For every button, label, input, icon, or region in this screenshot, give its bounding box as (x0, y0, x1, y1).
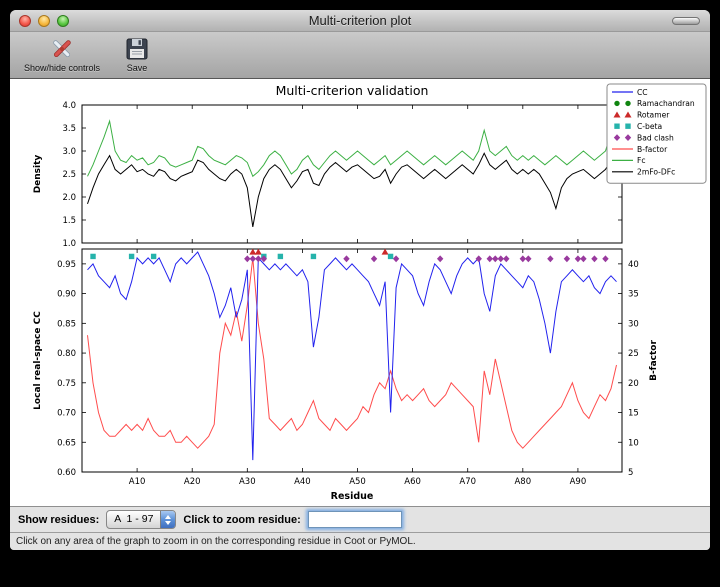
svg-text:3.5: 3.5 (62, 124, 76, 134)
svg-text:1.5: 1.5 (62, 216, 76, 226)
show-hide-controls-label: Show/hide controls (24, 63, 100, 73)
window-title: Multi-criterion plot (10, 13, 710, 28)
svg-text:A40: A40 (294, 477, 311, 487)
svg-text:2.0: 2.0 (62, 193, 76, 203)
plot-canvas[interactable]: Multi-criterion validation 1.0 1.5 2.0 2.5 3.… (10, 79, 710, 506)
svg-text:10: 10 (628, 438, 639, 448)
residue-range-dropdown[interactable]: A 1 - 97 (106, 510, 176, 529)
svg-text:3.0: 3.0 (62, 147, 76, 157)
svg-text:Ramachandran: Ramachandran (637, 99, 695, 108)
crossed-tools-icon (49, 36, 75, 62)
svg-text:A90: A90 (570, 477, 587, 487)
svg-text:2.5: 2.5 (62, 170, 76, 180)
svg-text:CC: CC (637, 88, 648, 97)
save-button[interactable]: Save (120, 35, 154, 74)
svg-text:Local real-space CC: Local real-space CC (33, 311, 43, 410)
svg-text:A20: A20 (184, 477, 201, 487)
svg-text:Fc: Fc (637, 156, 646, 165)
svg-text:B-factor: B-factor (637, 145, 668, 154)
toolbar-toggle-button[interactable] (672, 17, 700, 25)
svg-text:B-factor: B-factor (649, 340, 659, 381)
svg-text:A70: A70 (459, 477, 476, 487)
status-bar: Click on any area of the graph to zoom i… (10, 533, 710, 550)
svg-text:A10: A10 (129, 477, 146, 487)
svg-text:Residue: Residue (331, 491, 374, 502)
svg-text:A80: A80 (514, 477, 531, 487)
show-residues-label: Show residues: (18, 514, 99, 526)
window-titlebar[interactable]: Multi-criterion plot (10, 10, 710, 32)
svg-text:5: 5 (628, 468, 633, 478)
svg-text:C-beta: C-beta (637, 122, 662, 131)
zoom-window-button[interactable] (57, 15, 69, 27)
zoom-residue-input[interactable] (308, 511, 402, 528)
app-window: Multi-criterion plot Show/hide controls (10, 10, 710, 550)
residue-range-value: A 1 - 97 (107, 511, 160, 528)
svg-text:A30: A30 (239, 477, 256, 487)
minimize-window-button[interactable] (38, 15, 50, 27)
svg-text:2mFo-DFc: 2mFo-DFc (637, 168, 675, 177)
svg-text:40: 40 (628, 260, 639, 270)
svg-text:35: 35 (628, 290, 639, 300)
toolbar: Show/hide controls Save (10, 32, 710, 79)
svg-text:0.65: 0.65 (57, 438, 76, 448)
multi-criterion-figure[interactable]: Multi-criterion validation 1.0 1.5 2.0 2.5 3.… (10, 79, 710, 506)
svg-text:0.85: 0.85 (57, 319, 76, 329)
desktop-background: Multi-criterion plot Show/hide controls (0, 0, 720, 587)
svg-text:Bad clash: Bad clash (637, 133, 674, 142)
svg-text:0.80: 0.80 (57, 349, 76, 359)
svg-text:30: 30 (628, 319, 639, 329)
svg-text:0.90: 0.90 (57, 290, 76, 300)
svg-text:Multi-criterion validation: Multi-criterion validation (276, 83, 429, 98)
svg-text:Rotamer: Rotamer (637, 111, 670, 120)
zoom-residue-label: Click to zoom residue: (183, 514, 300, 526)
save-label: Save (127, 63, 148, 73)
svg-text:0.70: 0.70 (57, 409, 76, 419)
svg-text:A50: A50 (349, 477, 366, 487)
window-buttons (19, 15, 69, 27)
svg-text:0.95: 0.95 (57, 260, 76, 270)
dropdown-arrows-icon (160, 511, 175, 528)
show-hide-controls-button[interactable]: Show/hide controls (20, 35, 104, 74)
svg-text:Density: Density (33, 155, 43, 194)
svg-text:0.60: 0.60 (57, 468, 76, 478)
svg-text:A60: A60 (404, 477, 421, 487)
svg-text:25: 25 (628, 349, 639, 359)
svg-text:1.0: 1.0 (62, 239, 76, 249)
svg-text:4.0: 4.0 (62, 101, 76, 111)
svg-text:20: 20 (628, 379, 639, 389)
floppy-disk-icon (124, 36, 150, 62)
close-window-button[interactable] (19, 15, 31, 27)
status-text: Click on any area of the graph to zoom i… (16, 536, 416, 547)
controls-bar: Show residues: A 1 - 97 Click to zoom re… (10, 506, 710, 533)
plot-legend: CC Ramachandran Rotamer C-beta Bad clash B-fa… (607, 84, 706, 183)
svg-text:15: 15 (628, 409, 639, 419)
svg-text:0.75: 0.75 (57, 379, 76, 389)
